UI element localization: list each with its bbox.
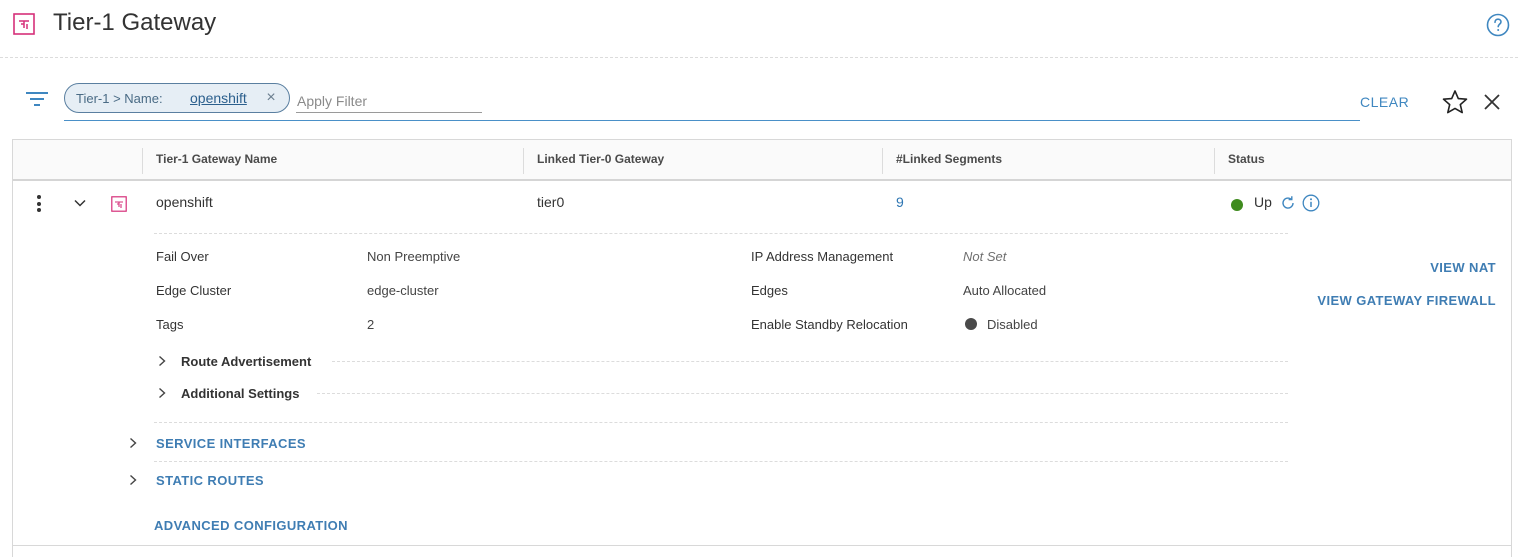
additional-settings-toggle[interactable]: Additional Settings [181, 386, 299, 401]
edge-cluster-label: Edge Cluster [156, 283, 232, 298]
chevron-right-icon[interactable] [157, 355, 167, 367]
page-title: Tier-1 Gateway [53, 9, 217, 36]
clear-button[interactable]: CLEAR [1360, 94, 1409, 110]
column-separator [142, 148, 143, 174]
grid-header: Tier-1 Gateway Name Linked Tier-0 Gatewa… [13, 140, 1511, 181]
disabled-dot-icon [965, 318, 977, 330]
edge-cluster-value: edge-cluster [367, 283, 439, 298]
filter-icon[interactable] [25, 91, 49, 107]
status-text: Up [1254, 194, 1272, 210]
standby-relocation-label: Enable Standby Relocation [751, 317, 908, 332]
divider [154, 461, 1288, 462]
table-row: openshift tier0 9 Up [13, 183, 1511, 223]
filter-chip-value: openshift [190, 90, 247, 106]
filter-chip[interactable]: Tier-1 > Name: openshift × [64, 83, 290, 113]
standby-relocation-value: Disabled [987, 317, 1038, 332]
view-gateway-firewall-link[interactable]: VIEW GATEWAY FIREWALL [1293, 293, 1496, 308]
column-header-linked-tier0[interactable]: Linked Tier-0 Gateway [537, 152, 664, 166]
help-circle-icon[interactable] [1486, 13, 1510, 37]
edges-link[interactable]: Auto Allocated [963, 283, 1046, 298]
static-routes-link[interactable]: STATIC ROUTES [156, 473, 264, 488]
ip-address-management-value: Not Set [963, 249, 1007, 264]
page-header: Tier-1 Gateway [0, 0, 1518, 58]
divider [154, 233, 1288, 234]
row-actions-kebab-icon[interactable] [34, 195, 44, 217]
divider [332, 361, 1288, 362]
column-header-status[interactable]: Status [1228, 152, 1265, 166]
refresh-icon[interactable] [1280, 195, 1296, 211]
tags-count-link[interactable]: 2 [367, 317, 374, 332]
column-separator [882, 148, 883, 174]
chip-close-icon[interactable]: × [263, 89, 279, 107]
gateway-name: openshift [156, 194, 213, 210]
advanced-configuration-link[interactable]: ADVANCED CONFIGURATION [154, 518, 348, 533]
chevron-down-icon[interactable] [73, 196, 87, 210]
route-advertisement-toggle[interactable]: Route Advertisement [181, 354, 311, 369]
service-interfaces-link[interactable]: SERVICE INTERFACES [156, 436, 306, 451]
view-nat-link[interactable]: VIEW NAT [1393, 260, 1496, 275]
ip-address-management-label: IP Address Management [751, 249, 894, 264]
chevron-right-icon[interactable] [157, 387, 167, 399]
filter-chip-label: Tier-1 > Name: [76, 91, 163, 106]
filter-underline [64, 120, 1360, 121]
edges-label: Edges [751, 283, 788, 298]
fail-over-label: Fail Over [156, 249, 209, 264]
column-separator [1214, 148, 1215, 174]
tier1-gateway-icon [111, 196, 127, 212]
close-icon[interactable] [1481, 91, 1503, 113]
column-header-name[interactable]: Tier-1 Gateway Name [156, 152, 277, 166]
apply-filter-input[interactable] [296, 89, 482, 113]
star-icon[interactable] [1441, 89, 1469, 115]
divider [154, 422, 1288, 423]
chevron-right-icon[interactable] [128, 437, 138, 449]
info-icon[interactable] [1302, 194, 1320, 212]
column-header-linked-segments[interactable]: #Linked Segments [896, 152, 1002, 166]
tags-label: Tags [156, 317, 184, 332]
row-bottom-border [13, 545, 1511, 546]
column-separator [523, 148, 524, 174]
linked-segments-link[interactable]: 9 [896, 194, 904, 210]
data-grid: Tier-1 Gateway Name Linked Tier-0 Gatewa… [12, 139, 1512, 557]
tier1-gateway-icon [13, 13, 35, 35]
fail-over-value: Non Preemptive [367, 249, 461, 264]
status-up-dot-icon [1231, 199, 1243, 211]
filter-bar: Tier-1 > Name: openshift × CLEAR [0, 70, 1518, 124]
linked-tier0: tier0 [537, 194, 565, 210]
chevron-right-icon[interactable] [128, 474, 138, 486]
divider [317, 393, 1288, 394]
